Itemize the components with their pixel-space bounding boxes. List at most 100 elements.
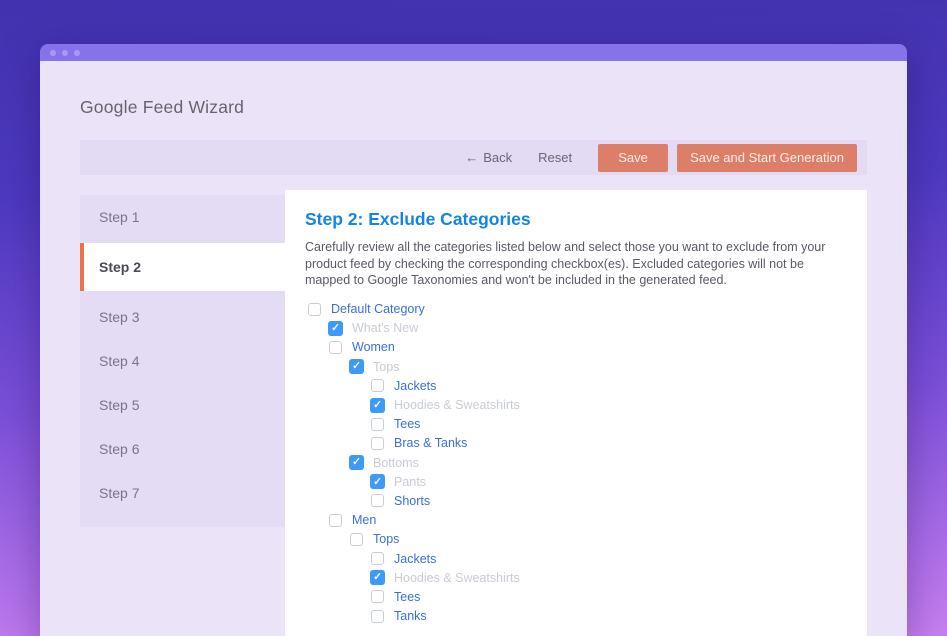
sidebar-item-label: Step 7 [99, 485, 139, 501]
category-checkbox-checked[interactable]: ✓ [328, 321, 343, 336]
save-button[interactable]: Save [598, 144, 668, 172]
back-arrow-icon: ← [465, 150, 478, 165]
app-window: Google Feed Wizard ← Back Reset Save Save… [40, 44, 907, 636]
category-checkbox-checked[interactable]: ✓ [370, 398, 385, 413]
window-controls [50, 50, 80, 56]
tree-row: Bras & Tanks [305, 434, 847, 453]
category-label[interactable]: Women [352, 340, 395, 354]
tree-row: Tanks [305, 607, 847, 626]
checkbox-slot [370, 610, 387, 623]
category-label[interactable]: Default Category [331, 302, 425, 316]
window-dot-icon[interactable] [62, 50, 68, 56]
window-dot-icon[interactable] [74, 50, 80, 56]
checkbox-slot [328, 341, 345, 354]
category-label[interactable]: Tanks [394, 609, 427, 623]
category-checkbox-unchecked[interactable] [371, 418, 384, 431]
sidebar-item-label: Step 6 [99, 441, 139, 457]
category-checkbox-checked[interactable]: ✓ [370, 570, 385, 585]
category-tree: Default Category ✓ What's New Women ✓ Tops Jac… [305, 300, 847, 626]
sidebar-item-label: Step 1 [99, 209, 139, 225]
category-label[interactable]: Tops [373, 360, 399, 374]
sidebar-item-step-1[interactable]: Step 1 [80, 195, 285, 239]
tree-row: Shorts [305, 491, 847, 510]
tree-row: Tees [305, 415, 847, 434]
tree-row: ✓ Bottoms [305, 453, 847, 472]
category-label[interactable]: Hoodies & Sweatshirts [394, 398, 520, 412]
sidebar-item-step-3[interactable]: Step 3 [80, 295, 285, 339]
category-checkbox-unchecked[interactable] [371, 379, 384, 392]
tree-row: ✓ Hoodies & Sweatshirts [305, 395, 847, 414]
category-label[interactable]: Jackets [394, 379, 436, 393]
category-checkbox-unchecked[interactable] [371, 590, 384, 603]
window-dot-icon[interactable] [50, 50, 56, 56]
checkbox-slot [328, 514, 345, 527]
checkbox-slot [349, 533, 366, 546]
checkbox-slot: ✓ [349, 455, 366, 470]
category-label[interactable]: Shorts [394, 494, 430, 508]
category-checkbox-unchecked[interactable] [329, 514, 342, 527]
category-label[interactable]: Jackets [394, 552, 436, 566]
sidebar-item-label: Step 3 [99, 309, 139, 325]
checkbox-slot [307, 303, 324, 316]
sidebar-item-label: Step 5 [99, 397, 139, 413]
category-label[interactable]: Pants [394, 475, 426, 489]
checkbox-slot: ✓ [349, 359, 366, 374]
sidebar-item-step-5[interactable]: Step 5 [80, 383, 285, 427]
category-label[interactable]: Bras & Tanks [394, 436, 467, 450]
sidebar-item-step-4[interactable]: Step 4 [80, 339, 285, 383]
window-body: Google Feed Wizard ← Back Reset Save Save… [40, 61, 907, 636]
tree-row: ✓ What's New [305, 319, 847, 338]
page-title: Google Feed Wizard [80, 97, 244, 118]
checkbox-slot [370, 379, 387, 392]
tree-row: Men [305, 511, 847, 530]
tree-row: ✓ Pants [305, 472, 847, 491]
checkbox-slot [370, 437, 387, 450]
category-label[interactable]: Hoodies & Sweatshirts [394, 571, 520, 585]
checkbox-slot [370, 418, 387, 431]
tree-row: ✓ Tops [305, 357, 847, 376]
category-checkbox-unchecked[interactable] [371, 494, 384, 507]
category-checkbox-unchecked[interactable] [371, 437, 384, 450]
reset-button[interactable]: Reset [538, 150, 572, 165]
category-label[interactable]: What's New [352, 321, 418, 335]
category-checkbox-checked[interactable]: ✓ [349, 359, 364, 374]
category-label[interactable]: Tees [394, 417, 420, 431]
category-checkbox-unchecked[interactable] [329, 341, 342, 354]
tree-row: Default Category [305, 300, 847, 319]
toolbar: ← Back Reset Save Save and Start Generati… [80, 140, 867, 175]
save-and-start-generation-button[interactable]: Save and Start Generation [677, 144, 857, 172]
category-checkbox-unchecked[interactable] [371, 552, 384, 565]
checkbox-slot: ✓ [370, 398, 387, 413]
steps-sidebar: Step 1 Step 2 Step 3 Step 4 Step 5 Step 6 Step… [80, 195, 285, 527]
checkbox-slot: ✓ [370, 474, 387, 489]
category-checkbox-unchecked[interactable] [308, 303, 321, 316]
main-panel: Step 2: Exclude Categories Carefully rev… [285, 190, 867, 636]
tree-row: Jackets [305, 549, 847, 568]
sidebar-item-label: Step 2 [99, 259, 141, 275]
tree-row: ✓ Hoodies & Sweatshirts [305, 568, 847, 587]
step-heading: Step 2: Exclude Categories [305, 208, 847, 231]
category-checkbox-unchecked[interactable] [350, 533, 363, 546]
tree-row: Jackets [305, 376, 847, 395]
checkbox-slot [370, 590, 387, 603]
checkbox-slot [370, 552, 387, 565]
back-label: Back [483, 150, 512, 165]
sidebar-item-step-2[interactable]: Step 2 [80, 243, 285, 291]
sidebar-item-step-6[interactable]: Step 6 [80, 427, 285, 471]
category-checkbox-checked[interactable]: ✓ [370, 474, 385, 489]
tree-row: Tees [305, 587, 847, 606]
category-label[interactable]: Bottoms [373, 456, 419, 470]
category-label[interactable]: Tees [394, 590, 420, 604]
tree-row: Women [305, 338, 847, 357]
sidebar-item-step-7[interactable]: Step 7 [80, 471, 285, 515]
checkbox-slot: ✓ [370, 570, 387, 585]
category-checkbox-unchecked[interactable] [371, 610, 384, 623]
back-button[interactable]: ← Back [465, 150, 512, 165]
checkbox-slot: ✓ [328, 321, 345, 336]
category-checkbox-checked[interactable]: ✓ [349, 455, 364, 470]
sidebar-item-label: Step 4 [99, 353, 139, 369]
category-label[interactable]: Men [352, 513, 376, 527]
category-label[interactable]: Tops [373, 532, 399, 546]
window-titlebar [40, 44, 907, 61]
checkbox-slot [370, 494, 387, 507]
